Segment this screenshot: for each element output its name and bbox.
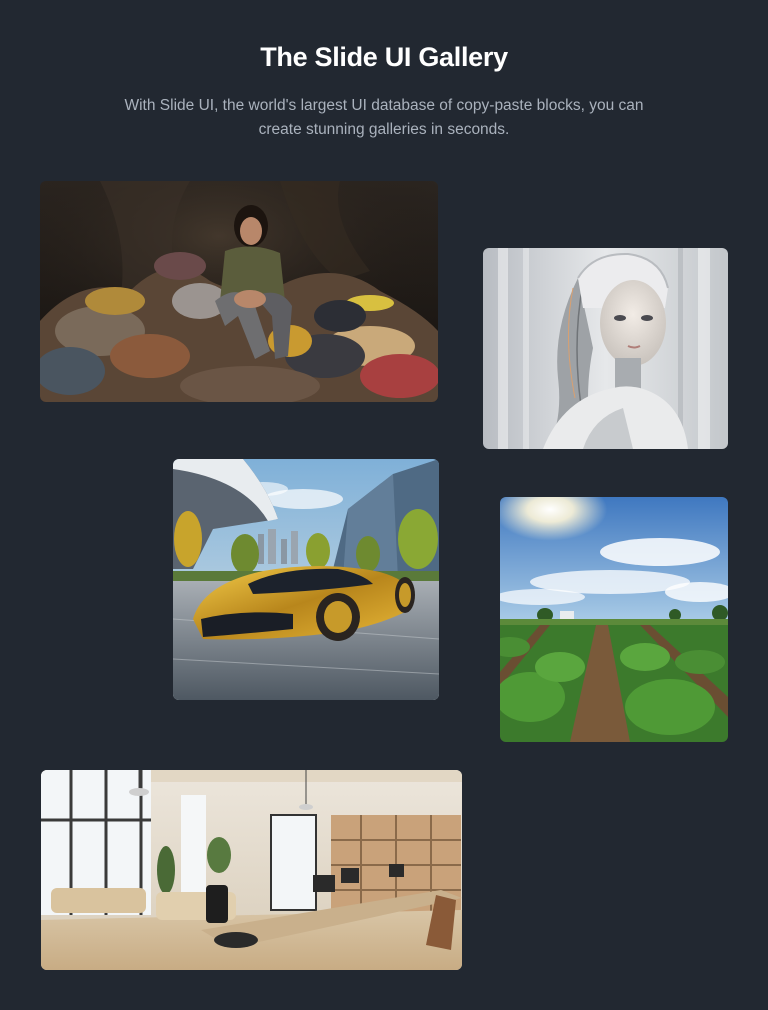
robot-photo [483,248,728,449]
gallery-image-field[interactable] [500,497,728,742]
page-title: The Slide UI Gallery [260,42,508,72]
gallery-image-car[interactable] [173,459,439,700]
gallery-image-robot[interactable] [483,248,728,449]
page-subtitle: With Slide UI, the world's largest UI da… [124,97,644,138]
gallery-image-office[interactable] [41,770,462,970]
gallery-image-woman-clothes[interactable] [40,181,438,402]
car-photo [173,459,439,700]
woman-clothes-photo [40,181,438,402]
office-photo [41,770,462,970]
field-photo [500,497,728,742]
